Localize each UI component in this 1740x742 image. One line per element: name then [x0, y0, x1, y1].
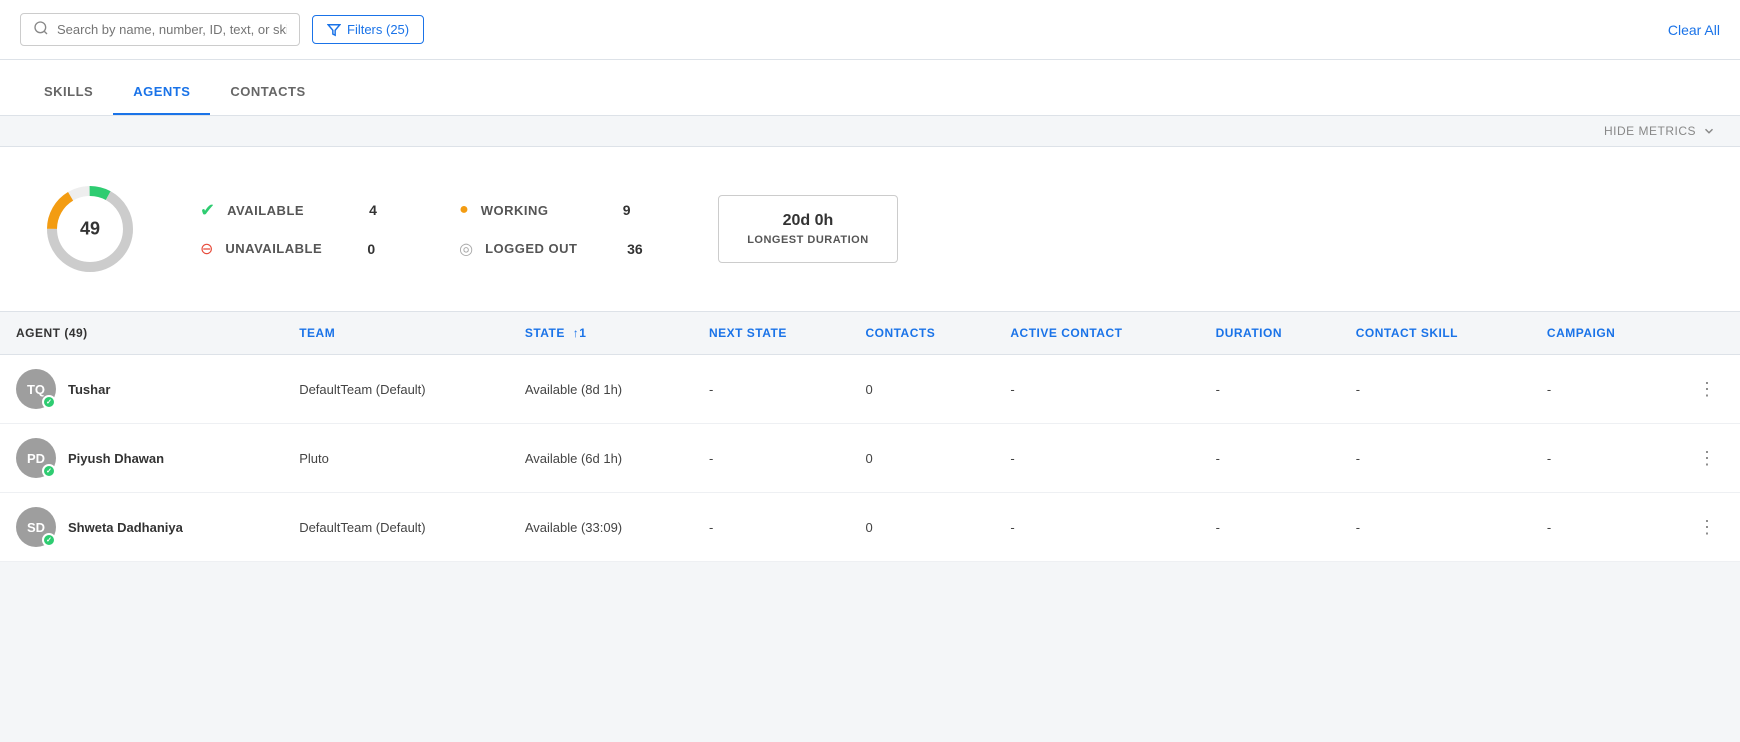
contacts-cell: 0	[849, 493, 994, 562]
contact-skill-cell: -	[1340, 355, 1531, 424]
more-actions-cell: ⋮	[1674, 493, 1740, 562]
filter-label: Filters (25)	[347, 22, 409, 37]
longest-duration-box: 20d 0h LONGEST DURATION	[718, 195, 897, 263]
metrics-stats: ✔ AVAILABLE 4 ● WORKING 9 ⊖ UNAVAILABLE …	[200, 200, 658, 259]
status-badge	[42, 395, 56, 409]
more-actions-cell: ⋮	[1674, 355, 1740, 424]
active-contact-cell: -	[994, 355, 1199, 424]
col-team[interactable]: TEAM	[283, 312, 509, 355]
contact-skill-cell: -	[1340, 493, 1531, 562]
col-actions	[1674, 312, 1740, 355]
table-row: SD Shweta Dadhaniya DefaultTeam (Default…	[0, 493, 1740, 562]
contact-skill-cell: -	[1340, 424, 1531, 493]
state-cell: Available (8d 1h)	[509, 355, 693, 424]
available-value: 4	[369, 202, 399, 218]
unavailable-value: 0	[367, 241, 397, 257]
next-state-cell: -	[693, 493, 849, 562]
unavailable-icon: ⊖	[200, 239, 213, 259]
active-contact-cell: -	[994, 493, 1199, 562]
logged-out-label: LOGGED OUT	[485, 241, 615, 256]
next-state-cell: -	[693, 424, 849, 493]
col-next-state[interactable]: NEXT STATE	[693, 312, 849, 355]
metric-working: ● WORKING 9	[459, 200, 658, 221]
agent-name: Piyush Dhawan	[68, 451, 164, 466]
more-actions-button[interactable]: ⋮	[1690, 444, 1724, 473]
more-actions-button[interactable]: ⋮	[1690, 375, 1724, 404]
working-value: 9	[623, 202, 653, 218]
state-cell: Available (6d 1h)	[509, 424, 693, 493]
team-cell: Pluto	[283, 424, 509, 493]
avatar: PD	[16, 438, 56, 478]
table-row: PD Piyush Dhawan Pluto Available (6d 1h)…	[0, 424, 1740, 493]
unavailable-label: UNAVAILABLE	[225, 241, 355, 256]
state-cell: Available (33:09)	[509, 493, 693, 562]
available-label: AVAILABLE	[227, 203, 357, 218]
campaign-cell: -	[1531, 355, 1674, 424]
col-campaign[interactable]: CAMPAIGN	[1531, 312, 1674, 355]
table-row: TQ Tushar DefaultTeam (Default) Availabl…	[0, 355, 1740, 424]
donut-chart: 49	[40, 179, 140, 279]
avatar: TQ	[16, 369, 56, 409]
duration-cell: -	[1200, 424, 1340, 493]
more-actions-cell: ⋮	[1674, 424, 1740, 493]
team-cell: DefaultTeam (Default)	[283, 355, 509, 424]
col-contact-skill[interactable]: CONTACT SKILL	[1340, 312, 1531, 355]
metric-available: ✔ AVAILABLE 4	[200, 200, 399, 221]
campaign-cell: -	[1531, 424, 1674, 493]
agent-cell: TQ Tushar	[0, 355, 283, 424]
agents-table-container: AGENT (49) TEAM STATE ↑1 NEXT STATE CONT…	[0, 312, 1740, 562]
tab-contacts[interactable]: CONTACTS	[210, 68, 325, 115]
table-header-row: AGENT (49) TEAM STATE ↑1 NEXT STATE CONT…	[0, 312, 1740, 355]
working-label: WORKING	[481, 203, 611, 218]
avatar: SD	[16, 507, 56, 547]
duration-cell: -	[1200, 493, 1340, 562]
metric-logged-out: ◎ LOGGED OUT 36	[459, 239, 658, 259]
hide-metrics-label: HIDE METRICS	[1604, 124, 1696, 138]
contacts-cell: 0	[849, 355, 994, 424]
campaign-cell: -	[1531, 493, 1674, 562]
metrics-header: HIDE METRICS	[0, 116, 1740, 147]
col-agent[interactable]: AGENT (49)	[0, 312, 283, 355]
metric-unavailable: ⊖ UNAVAILABLE 0	[200, 239, 399, 259]
search-icon	[33, 20, 49, 39]
longest-duration-label: LONGEST DURATION	[747, 234, 868, 246]
tabs-bar: SKILLS AGENTS CONTACTS	[0, 60, 1740, 116]
next-state-cell: -	[693, 355, 849, 424]
hide-metrics-button[interactable]: HIDE METRICS	[1604, 124, 1716, 138]
donut-value: 49	[80, 219, 100, 240]
tab-skills[interactable]: SKILLS	[24, 68, 113, 115]
team-cell: DefaultTeam (Default)	[283, 493, 509, 562]
col-state[interactable]: STATE ↑1	[509, 312, 693, 355]
agent-name: Tushar	[68, 382, 110, 397]
longest-duration-value: 20d 0h	[747, 212, 868, 230]
logged-out-icon: ◎	[459, 239, 473, 259]
col-duration[interactable]: DURATION	[1200, 312, 1340, 355]
contacts-cell: 0	[849, 424, 994, 493]
tab-agents[interactable]: AGENTS	[113, 68, 210, 115]
status-badge	[42, 464, 56, 478]
search-input[interactable]	[57, 22, 287, 37]
top-bar: Filters (25) Clear All	[0, 0, 1740, 60]
col-contacts[interactable]: CONTACTS	[849, 312, 994, 355]
search-box	[20, 13, 300, 46]
active-contact-cell: -	[994, 424, 1199, 493]
more-actions-button[interactable]: ⋮	[1690, 513, 1724, 542]
metrics-panel: 49 ✔ AVAILABLE 4 ● WORKING 9 ⊖ UNAVAILAB…	[0, 147, 1740, 312]
status-badge	[42, 533, 56, 547]
clear-all-button[interactable]: Clear All	[1668, 22, 1720, 38]
available-icon: ✔	[200, 200, 215, 221]
sort-icon: ↑1	[573, 326, 587, 340]
duration-cell: -	[1200, 355, 1340, 424]
agent-cell: SD Shweta Dadhaniya	[0, 493, 283, 562]
agent-cell: PD Piyush Dhawan	[0, 424, 283, 493]
search-area: Filters (25)	[20, 13, 424, 46]
logged-out-value: 36	[627, 241, 657, 257]
col-active-contact[interactable]: ACTIVE CONTACT	[994, 312, 1199, 355]
agents-table: AGENT (49) TEAM STATE ↑1 NEXT STATE CONT…	[0, 312, 1740, 562]
working-icon: ●	[459, 201, 469, 219]
filter-button[interactable]: Filters (25)	[312, 15, 424, 44]
agent-name: Shweta Dadhaniya	[68, 520, 183, 535]
